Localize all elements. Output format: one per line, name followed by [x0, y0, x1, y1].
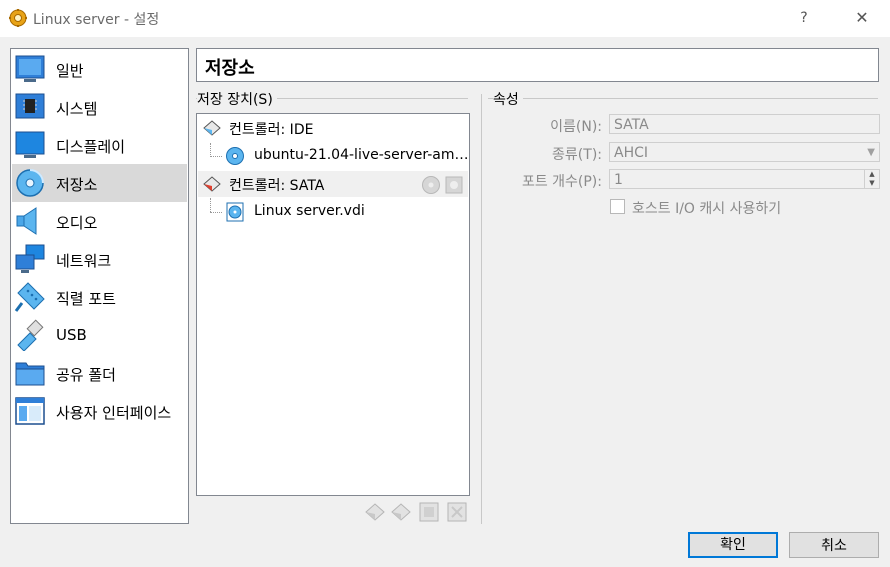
chip-icon [15, 93, 45, 119]
folder-icon [15, 362, 45, 386]
tree-row-sata-controller[interactable]: 컨트롤러: SATA [198, 171, 468, 197]
sidebar-item-serial-port[interactable]: 직렬 포트 [12, 278, 187, 316]
type-label: 종류(T): [552, 147, 602, 163]
sidebar-item-label: USB [56, 326, 87, 344]
optical-disc-icon [226, 147, 244, 165]
sidebar-item-label: 디스플레이 [56, 138, 126, 156]
add-optical-drive-icon[interactable] [421, 175, 441, 195]
add-hard-disk-icon[interactable] [444, 175, 464, 195]
spin-arrows-icon[interactable]: ▲ ▼ [864, 170, 879, 188]
sidebar-item-label: 오디오 [56, 214, 98, 232]
sidebar-item-shared-folders[interactable]: 공유 폴더 [12, 354, 187, 392]
tree-label: Linux server.vdi [254, 203, 365, 219]
sidebar-item-usb[interactable]: USB [12, 316, 187, 354]
settings-sidebar: 일반 시스템 디스플레이 저장소 오디오 네트워크 직렬 포트 USB 공유 폴… [10, 48, 189, 524]
sidebar-item-system[interactable]: 시스템 [12, 88, 187, 126]
help-button[interactable]: ? [790, 4, 818, 32]
close-button[interactable]: ✕ [846, 4, 878, 32]
tree-label: 컨트롤러: SATA [229, 178, 325, 194]
sidebar-item-label: 시스템 [56, 100, 98, 118]
add-attachment-icon[interactable] [418, 501, 440, 523]
tree-label: ubuntu-21.04-live-server-am… [254, 147, 469, 163]
type-select-value: AHCI [614, 145, 649, 161]
monitor-icon [15, 131, 45, 158]
sidebar-item-label: 저장소 [56, 176, 98, 194]
attributes-group-line [488, 98, 878, 99]
storage-devices-header: 저장 장치(S) [197, 89, 277, 109]
sidebar-item-label: 일반 [56, 62, 84, 80]
chevron-down-icon: ▼ [867, 147, 875, 158]
usb-icon [17, 319, 44, 351]
tree-row-ide-controller[interactable]: 컨트롤러: IDE [198, 115, 468, 141]
port-count-spinbox[interactable]: 1 ▲ ▼ [609, 169, 880, 189]
sidebar-item-label: 직렬 포트 [56, 290, 116, 308]
remove-controller-icon[interactable] [390, 501, 412, 523]
general-icon [15, 55, 45, 82]
remove-attachment-icon[interactable] [446, 501, 468, 523]
sidebar-item-display[interactable]: 디스플레이 [12, 126, 187, 164]
page-title-box: 저장소 [196, 48, 879, 82]
ok-button[interactable]: 확인 [688, 532, 778, 558]
tree-label: 컨트롤러: IDE [229, 122, 314, 138]
controller-icon [203, 120, 221, 136]
sidebar-item-general[interactable]: 일반 [12, 50, 187, 88]
storage-tree[interactable]: 컨트롤러: IDE ubuntu-21.04-live-server-am… 컨… [196, 113, 470, 496]
speaker-icon [16, 207, 37, 235]
add-controller-icon[interactable] [364, 501, 386, 523]
name-field[interactable]: SATA [609, 114, 880, 134]
storage-disk-icon [16, 169, 44, 197]
tree-row-hard-disk[interactable]: Linux server.vdi [198, 198, 468, 225]
serial-port-icon [14, 282, 45, 312]
page-title: 저장소 [205, 58, 255, 79]
hard-disk-icon [226, 202, 244, 222]
virtualbox-gear-icon [9, 9, 27, 27]
sidebar-item-label: 공유 폴더 [56, 366, 116, 384]
tree-row-optical-disk[interactable]: ubuntu-21.04-live-server-am… [198, 143, 468, 169]
sidebar-item-network[interactable]: 네트워크 [12, 240, 187, 278]
sidebar-item-label: 네트워크 [56, 252, 112, 270]
sidebar-item-label: 사용자 인터페이스 [56, 404, 172, 422]
type-select[interactable]: AHCI ▼ [609, 142, 880, 162]
host-io-cache-checkbox[interactable] [610, 199, 625, 214]
window-title: Linux server - 설정 [33, 12, 160, 28]
port-count-label: 포트 개수(P): [521, 174, 602, 190]
name-label: 이름(N): [550, 119, 602, 135]
sidebar-item-storage[interactable]: 저장소 [12, 164, 187, 202]
host-io-cache-label: 호스트 I/O 캐시 사용하기 [632, 201, 782, 217]
controller-icon [203, 176, 221, 192]
port-count-value: 1 [614, 172, 623, 188]
sidebar-item-user-interface[interactable]: 사용자 인터페이스 [12, 392, 187, 430]
panel-separator [481, 94, 482, 524]
attributes-header: 속성 [493, 89, 523, 109]
cancel-button[interactable]: 취소 [789, 532, 879, 558]
ui-window-icon [15, 397, 45, 425]
sidebar-item-audio[interactable]: 오디오 [12, 202, 187, 240]
network-icon [15, 244, 45, 273]
